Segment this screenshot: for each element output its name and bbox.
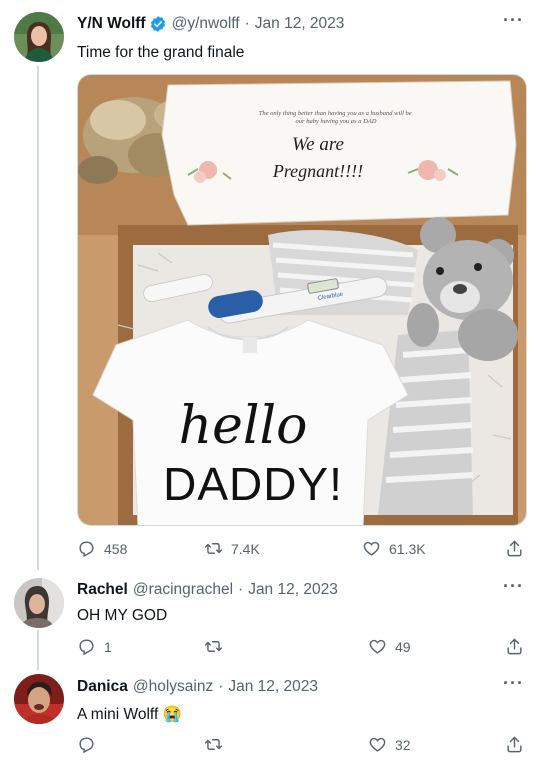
- tweet-text: Time for the grand finale: [77, 44, 245, 61]
- like-count: 61.3K: [389, 540, 426, 557]
- retweet-icon: [204, 641, 223, 652]
- more-options-icon[interactable]: ···: [503, 673, 524, 694]
- retweet-icon: [204, 543, 223, 554]
- share-icon: [507, 540, 522, 557]
- reply-icon: [79, 737, 94, 754]
- heart-icon: [363, 541, 380, 556]
- tweet-actions: 458 7.4K 61.3K: [0, 539, 540, 561]
- like-button[interactable]: 61.3K: [362, 539, 426, 558]
- tweet-photo[interactable]: The only thing better than having you as…: [77, 74, 527, 526]
- like-button[interactable]: 49: [368, 637, 411, 656]
- share-button[interactable]: [505, 735, 524, 754]
- separator-dot: ·: [244, 15, 250, 32]
- more-options-icon[interactable]: ···: [503, 576, 524, 597]
- handle[interactable]: @racingrachel: [133, 581, 233, 599]
- like-count: 32: [395, 736, 411, 753]
- share-icon: [507, 736, 522, 753]
- heart-icon: [369, 639, 386, 654]
- avatar[interactable]: [14, 12, 64, 62]
- timestamp[interactable]: Jan 12, 2023: [228, 678, 318, 696]
- tweet-header: Y/N Wolff @y/nwolff · Jan 12, 2023: [77, 15, 344, 33]
- timestamp[interactable]: Jan 12, 2023: [248, 581, 338, 599]
- retweet-icon: [204, 739, 223, 750]
- timestamp[interactable]: Jan 12, 2023: [255, 15, 345, 33]
- tweet-header: Rachel @racingrachel · Jan 12, 2023: [77, 581, 338, 599]
- display-name[interactable]: Y/N Wolff: [77, 15, 146, 33]
- retweet-button[interactable]: 7.4K: [204, 539, 260, 558]
- separator-dot: ·: [218, 678, 224, 695]
- card-pregnant: Pregnant!!!!: [272, 161, 363, 181]
- tweet-actions: 1 49: [0, 637, 540, 659]
- avatar[interactable]: [14, 578, 64, 628]
- avatar[interactable]: [14, 674, 64, 724]
- separator-dot: ·: [238, 581, 244, 598]
- heart-icon: [369, 737, 386, 752]
- tweet-main[interactable]: Y/N Wolff @y/nwolff · Jan 12, 2023 ··· T…: [0, 0, 540, 570]
- reply-button[interactable]: [77, 735, 104, 754]
- like-count: 49: [395, 638, 411, 655]
- onesie-hello: hello: [179, 396, 308, 456]
- share-icon: [507, 638, 522, 655]
- share-button[interactable]: [505, 637, 524, 656]
- card-we-are: We are: [292, 134, 344, 155]
- reply-button[interactable]: 1: [77, 637, 112, 656]
- handle[interactable]: @y/nwolff: [172, 15, 240, 33]
- verified-badge-icon: [150, 16, 165, 32]
- retweet-button[interactable]: [204, 637, 231, 656]
- handle[interactable]: @holysainz: [133, 678, 213, 696]
- reply-icon: [79, 639, 94, 656]
- tweet-text: A mini Wolff 😭: [77, 706, 182, 723]
- tweet-header: Danica @holysainz · Jan 12, 2023: [77, 678, 318, 696]
- tweet-actions: 32: [0, 735, 540, 757]
- display-name[interactable]: Rachel: [77, 581, 128, 599]
- more-options-icon[interactable]: ···: [503, 10, 524, 31]
- retweet-count: 7.4K: [231, 540, 260, 557]
- reply-button[interactable]: 458: [77, 539, 127, 558]
- like-button[interactable]: 32: [368, 735, 411, 754]
- retweet-button[interactable]: [204, 735, 231, 754]
- reply-count: 458: [104, 540, 128, 557]
- reply-count: 1: [104, 638, 112, 655]
- reply-icon: [79, 541, 94, 558]
- onesie-daddy: DADDY!: [163, 458, 343, 510]
- tweet-text: OH MY GOD: [77, 607, 168, 624]
- display-name[interactable]: Danica: [77, 678, 128, 696]
- share-button[interactable]: [505, 539, 524, 558]
